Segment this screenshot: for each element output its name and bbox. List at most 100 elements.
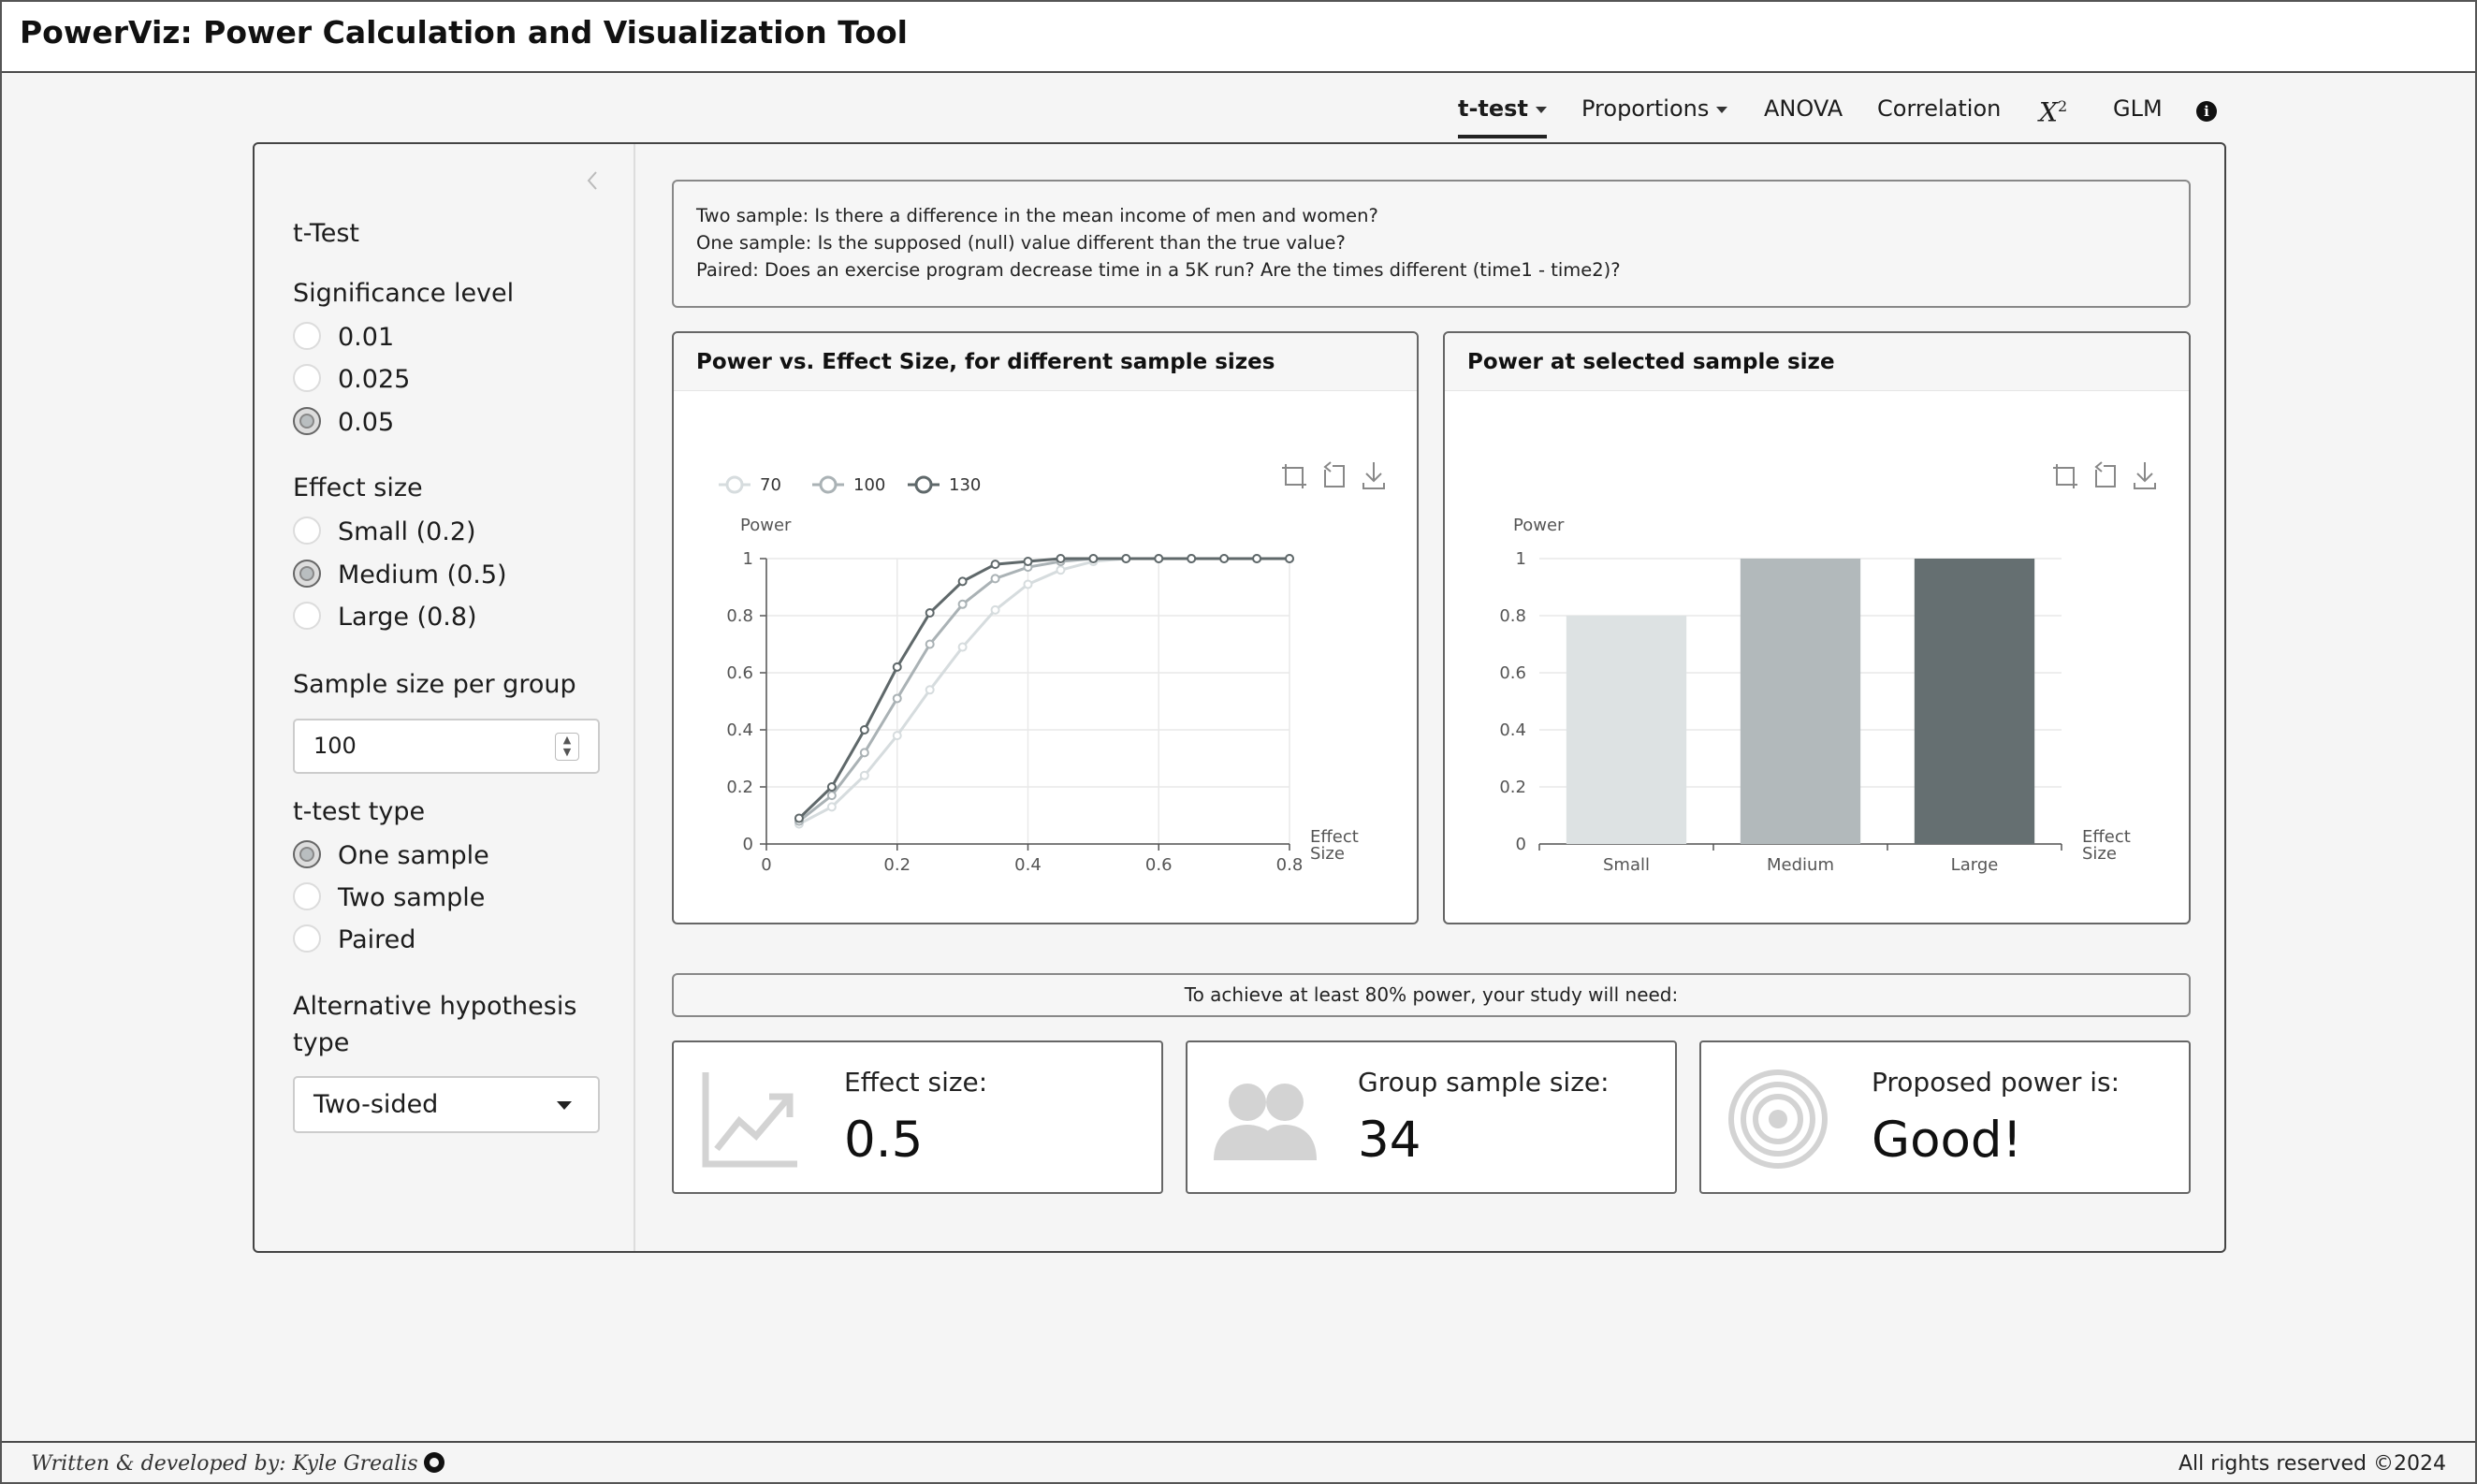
footer-credit: Written & developed by: Kyle Grealis	[31, 1452, 444, 1476]
nav-tab-proportions[interactable]: Proportions	[1581, 86, 1728, 138]
bar-chart-card: Power at selected sample size 0 0.2 0.4 0.6…	[1443, 331, 2191, 924]
proposed-power-result-value: Good!	[1872, 1112, 2022, 1169]
radio-significance-0-05[interactable]: 0.05	[293, 406, 394, 442]
x-tick-label: 0.4	[1014, 855, 1042, 875]
chart-toolbox	[2053, 461, 2156, 489]
power-message: To achieve at least 80% power, your stud…	[672, 973, 2191, 1017]
legend-label-130: 130	[949, 475, 981, 495]
radio-effect-small[interactable]: Small (0.2)	[293, 516, 476, 551]
data-point-100	[925, 639, 935, 649]
y-tick-label: 1	[743, 549, 753, 569]
sample-size-input[interactable]: 100 ▲ ▼	[293, 719, 600, 774]
nav-tab-proportions-label: Proportions	[1581, 95, 1710, 122]
chevron-left-icon[interactable]	[578, 167, 606, 195]
footer-copyright: All rights reserved ©2024	[2178, 1452, 2446, 1476]
radio-significance-0-01[interactable]: 0.01	[293, 321, 395, 356]
nav-tab-glm[interactable]: GLM	[2113, 86, 2163, 138]
data-point-70	[990, 604, 1000, 615]
series-line-100	[798, 557, 1289, 822]
radio-label: One sample	[338, 841, 489, 870]
effect-size-result-title: Effect size:	[844, 1067, 988, 1098]
caret-down-icon	[557, 1101, 572, 1110]
radio-label: 0.01	[338, 323, 395, 352]
nav-info-button[interactable]: i	[2196, 86, 2217, 138]
sidebar-title: t-Test	[293, 219, 360, 248]
legend-marker-100	[819, 475, 838, 494]
y-axis-label: Power	[740, 516, 792, 535]
radio-ttype-one-sample[interactable]: One sample	[293, 839, 489, 875]
nav-tab-t-test[interactable]: t-test	[1458, 86, 1547, 138]
data-point-70	[859, 770, 869, 780]
app-header: PowerViz: Power Calculation and Visualiz…	[0, 0, 2477, 73]
data-point-130	[1056, 554, 1066, 563]
y-tick-label: 0.2	[1499, 778, 1526, 797]
download-icon[interactable]	[1362, 462, 1385, 489]
footer-credit-text: Written & developed by: Kyle Grealis	[31, 1452, 418, 1476]
alt-hypothesis-select[interactable]: Two-sided	[293, 1076, 600, 1133]
radio-button-checked[interactable]	[293, 839, 321, 868]
data-point-130	[925, 607, 935, 618]
radio-ttype-two-sample[interactable]: Two sample	[293, 881, 485, 917]
y-tick-label: 0.4	[726, 720, 753, 740]
effect-size-label: Effect size	[293, 473, 423, 502]
data-point-70	[826, 802, 837, 812]
data-point-100	[859, 748, 869, 758]
radio-button[interactable]	[293, 601, 321, 630]
zoom-icon[interactable]	[2053, 464, 2077, 488]
radio-effect-large[interactable]: Large (0.8)	[293, 601, 477, 636]
group-sample-size-result-title: Group sample size:	[1358, 1067, 1610, 1098]
x-axis-label: Size	[2082, 844, 2117, 864]
radio-label: Small (0.2)	[338, 517, 476, 546]
series-line-130	[797, 557, 1289, 820]
bar-chart: 00.20.40.60.81Small Medium LargePowerEffec…	[1499, 461, 2156, 875]
bar-small	[1566, 616, 1687, 844]
download-icon[interactable]	[2134, 462, 2156, 489]
data-point-130	[826, 782, 837, 792]
data-point-130	[957, 576, 968, 587]
description-line: One sample: Is the supposed (null) value…	[696, 232, 1346, 254]
radio-button[interactable]	[293, 516, 321, 545]
github-icon[interactable]	[423, 1452, 444, 1473]
radio-button[interactable]	[293, 363, 321, 392]
bar-medium	[1740, 559, 1861, 844]
sample-size-label: Sample size per group	[293, 670, 576, 699]
x-tick-label: Large	[1951, 855, 1999, 875]
radio-button[interactable]	[293, 924, 321, 953]
radio-button-checked[interactable]	[293, 406, 321, 435]
radio-button[interactable]	[293, 321, 321, 350]
app-title: PowerViz: Power Calculation and Visualiz…	[20, 14, 908, 51]
zoom-reset-icon[interactable]	[1323, 461, 1345, 487]
y-tick-label: 0.6	[1499, 663, 1526, 683]
data-point-130	[892, 662, 902, 672]
main-card: t-Test Significance level 0.01 0.025 0.0…	[253, 142, 2226, 1253]
line-chart: 00.20.40.60.810 0.2 0.4 0.6 0.8PowerEffectSi…	[719, 461, 1385, 875]
radio-ttype-paired[interactable]: Paired	[293, 924, 416, 959]
radio-button[interactable]	[293, 881, 321, 910]
description-line: Two sample: Is there a difference in the…	[696, 205, 1378, 226]
y-tick-label: 1	[1516, 549, 1526, 569]
y-axis-label: Power	[1513, 516, 1565, 535]
radio-significance-0-025[interactable]: 0.025	[293, 363, 410, 399]
radio-label: Paired	[338, 925, 416, 954]
radio-label: Large (0.8)	[338, 603, 477, 632]
zoom-reset-icon[interactable]	[2094, 461, 2116, 487]
data-point-130	[1088, 554, 1099, 563]
legend-marker-70	[725, 475, 744, 494]
radio-button-checked[interactable]	[293, 559, 321, 588]
series-line-70	[798, 557, 1289, 825]
nav-tab-correlation[interactable]: Correlation	[1877, 86, 2001, 138]
chevron-down-icon	[1535, 106, 1547, 113]
x-tick-label: 0	[761, 855, 771, 875]
x-tick-label: Medium	[1767, 855, 1834, 875]
bar-chart-title: Power at selected sample size	[1445, 333, 2189, 391]
sample-size-value: 100	[313, 733, 357, 759]
data-point-130	[990, 560, 1000, 570]
data-point-130	[1187, 554, 1197, 563]
nav-tab-anova[interactable]: ANOVA	[1764, 86, 1843, 138]
number-stepper-icon[interactable]: ▲ ▼	[555, 733, 579, 761]
radio-effect-medium[interactable]: Medium (0.5)	[293, 559, 507, 594]
legend-marker-130	[914, 475, 933, 494]
nav-tab-chi-square[interactable]: X2	[2039, 84, 2067, 137]
group-sample-size-result-box: Group sample size: 34	[1186, 1040, 1677, 1194]
zoom-icon[interactable]	[1282, 464, 1306, 488]
